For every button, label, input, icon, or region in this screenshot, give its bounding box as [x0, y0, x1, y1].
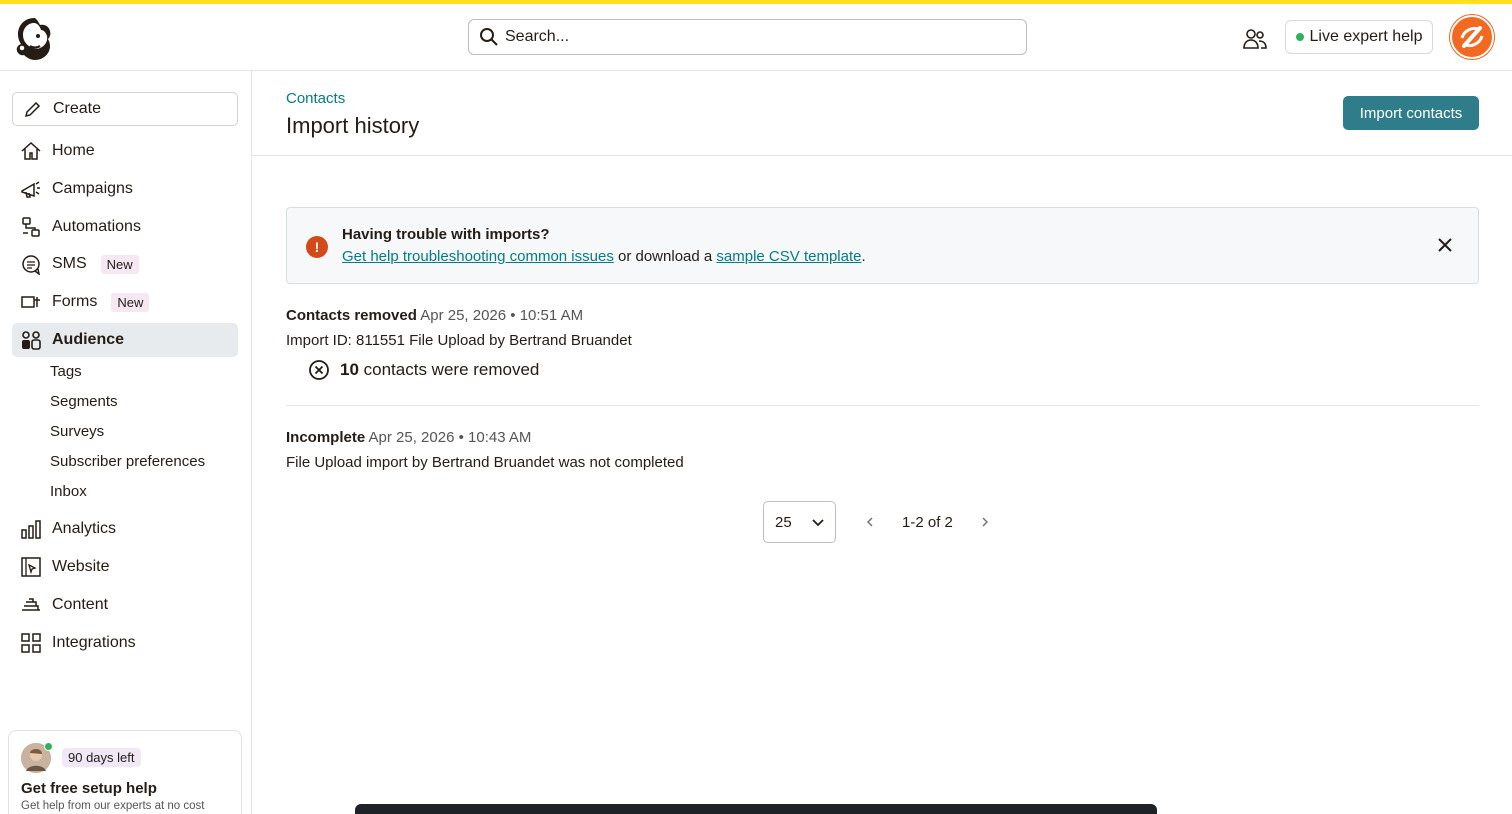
grid-icon [20, 632, 42, 654]
expert-avatar [21, 742, 53, 773]
sidebar-item-content[interactable]: Content [12, 588, 238, 622]
setup-help-title: Get free setup help [21, 780, 157, 797]
sidebar-item-label: Analytics [52, 520, 117, 537]
import-entry-header: Contacts removed Apr 25, 2026 • 10:51 AM [286, 307, 583, 324]
search-bar[interactable] [468, 19, 1027, 55]
removed-count-text: 10 contacts were removed [340, 360, 539, 380]
import-help-alert: ! Having trouble with imports? Get help … [286, 207, 1479, 284]
per-page-select[interactable]: 25 [763, 501, 836, 543]
pagination-range: 1-2 of 2 [902, 514, 953, 531]
import-contacts-button[interactable]: Import contacts [1343, 96, 1479, 130]
sidebar-item-label: Forms [52, 293, 98, 310]
sidebar-subitem-inbox[interactable]: Inbox [50, 483, 87, 500]
sidebar-item-label: SMS [52, 255, 87, 272]
sidebar-subitem-subscriber-preferences[interactable]: Subscriber preferences [50, 453, 205, 470]
contacts-removed-summary: 10 contacts were removed [308, 359, 539, 381]
sidebar-item-label: Automations [52, 218, 141, 235]
import-timestamp: Apr 25, 2026 • 10:51 AM [420, 307, 584, 324]
sidebar-item-audience[interactable]: Audience [12, 323, 238, 357]
alert-body: Get help troubleshooting common issues o… [342, 248, 866, 265]
megaphone-icon [20, 178, 42, 200]
automation-icon [20, 216, 42, 238]
sidebar-item-label: Integrations [52, 634, 136, 651]
website-icon [20, 556, 42, 578]
setup-help-card[interactable]: 90 days left Get free setup help Get hel… [8, 730, 242, 814]
import-status: Incomplete [286, 429, 366, 446]
online-status-dot [44, 742, 53, 751]
online-status-dot [1295, 33, 1304, 41]
sidebar-item-campaigns[interactable]: Campaigns [12, 172, 238, 206]
sidebar-item-automations[interactable]: Automations [12, 210, 238, 244]
main-content: Contacts Import history Import contacts … [252, 71, 1512, 814]
sidebar: Create Home Campaigns Automations SMS Ne… [0, 71, 252, 814]
entry-divider [286, 405, 1479, 406]
sample-csv-link[interactable]: sample CSV template [716, 248, 861, 265]
sidebar-item-sms[interactable]: SMS New [12, 247, 238, 281]
import-status: Contacts removed [286, 307, 417, 324]
troubleshooting-link[interactable]: Get help troubleshooting common issues [342, 248, 614, 265]
import-entry-detail: File Upload import by Bertrand Bruandet … [286, 454, 684, 471]
user-switch-icon[interactable] [1242, 26, 1268, 52]
import-entry-header: Incomplete Apr 25, 2026 • 10:43 AM [286, 429, 531, 446]
per-page-value: 25 [775, 513, 792, 531]
chevron-right-icon[interactable] [979, 515, 991, 529]
create-label: Create [53, 100, 102, 117]
sidebar-subitem-surveys[interactable]: Surveys [50, 423, 104, 440]
content-icon [20, 594, 42, 616]
mailchimp-logo-icon[interactable] [12, 14, 56, 60]
search-input[interactable] [505, 28, 1005, 46]
sidebar-item-label: Home [52, 142, 95, 159]
sidebar-item-label: Website [52, 558, 110, 575]
sidebar-item-forms[interactable]: Forms New [12, 285, 238, 319]
live-help-label: Live expert help [1309, 28, 1423, 45]
page-header: Contacts Import history Import contacts [252, 71, 1512, 156]
setup-help-subtitle: Get help from our experts at no cost [21, 800, 205, 812]
search-icon [480, 28, 498, 46]
audience-icon [20, 329, 42, 351]
pencil-icon [24, 101, 41, 118]
sidebar-subitem-tags[interactable]: Tags [50, 363, 82, 380]
sidebar-item-home[interactable]: Home [12, 134, 238, 168]
new-badge: New [100, 254, 139, 274]
alert-title: Having trouble with imports? [342, 226, 550, 243]
breadcrumb-contacts[interactable]: Contacts [286, 90, 345, 107]
alert-body-end: . [861, 248, 866, 265]
sidebar-item-website[interactable]: Website [12, 550, 238, 584]
bar-chart-icon [20, 518, 42, 540]
account-avatar[interactable] [1449, 14, 1495, 60]
new-badge: New [111, 292, 150, 312]
warning-icon: ! [306, 236, 328, 258]
circle-x-icon [309, 360, 329, 380]
sidebar-item-label: Content [52, 596, 109, 613]
sidebar-subitem-segments[interactable]: Segments [50, 393, 118, 410]
live-expert-help-button[interactable]: Live expert help [1285, 20, 1433, 54]
create-button[interactable]: Create [12, 92, 238, 126]
form-icon [20, 291, 42, 313]
chevron-down-icon [812, 519, 824, 527]
import-entry-detail: Import ID: 811551 File Upload by Bertran… [286, 332, 632, 349]
sidebar-item-label: Campaigns [52, 180, 133, 197]
page-title: Import history [286, 113, 420, 138]
bottom-toolbar-edge [355, 804, 1157, 814]
trial-days-badge: 90 days left [62, 748, 141, 767]
sidebar-item-integrations[interactable]: Integrations [12, 626, 238, 660]
chevron-left-icon[interactable] [864, 515, 876, 529]
close-icon[interactable] [1435, 235, 1455, 255]
sms-icon [20, 253, 42, 275]
home-icon [20, 140, 42, 162]
sidebar-item-label: Audience [52, 331, 125, 348]
import-timestamp: Apr 25, 2026 • 10:43 AM [368, 429, 532, 446]
sidebar-item-analytics[interactable]: Analytics [12, 512, 238, 546]
top-header: Live expert help [0, 4, 1512, 71]
removed-label: contacts were removed [358, 360, 540, 379]
removed-count: 10 [340, 360, 359, 379]
alert-body-text: or download a [613, 248, 717, 265]
